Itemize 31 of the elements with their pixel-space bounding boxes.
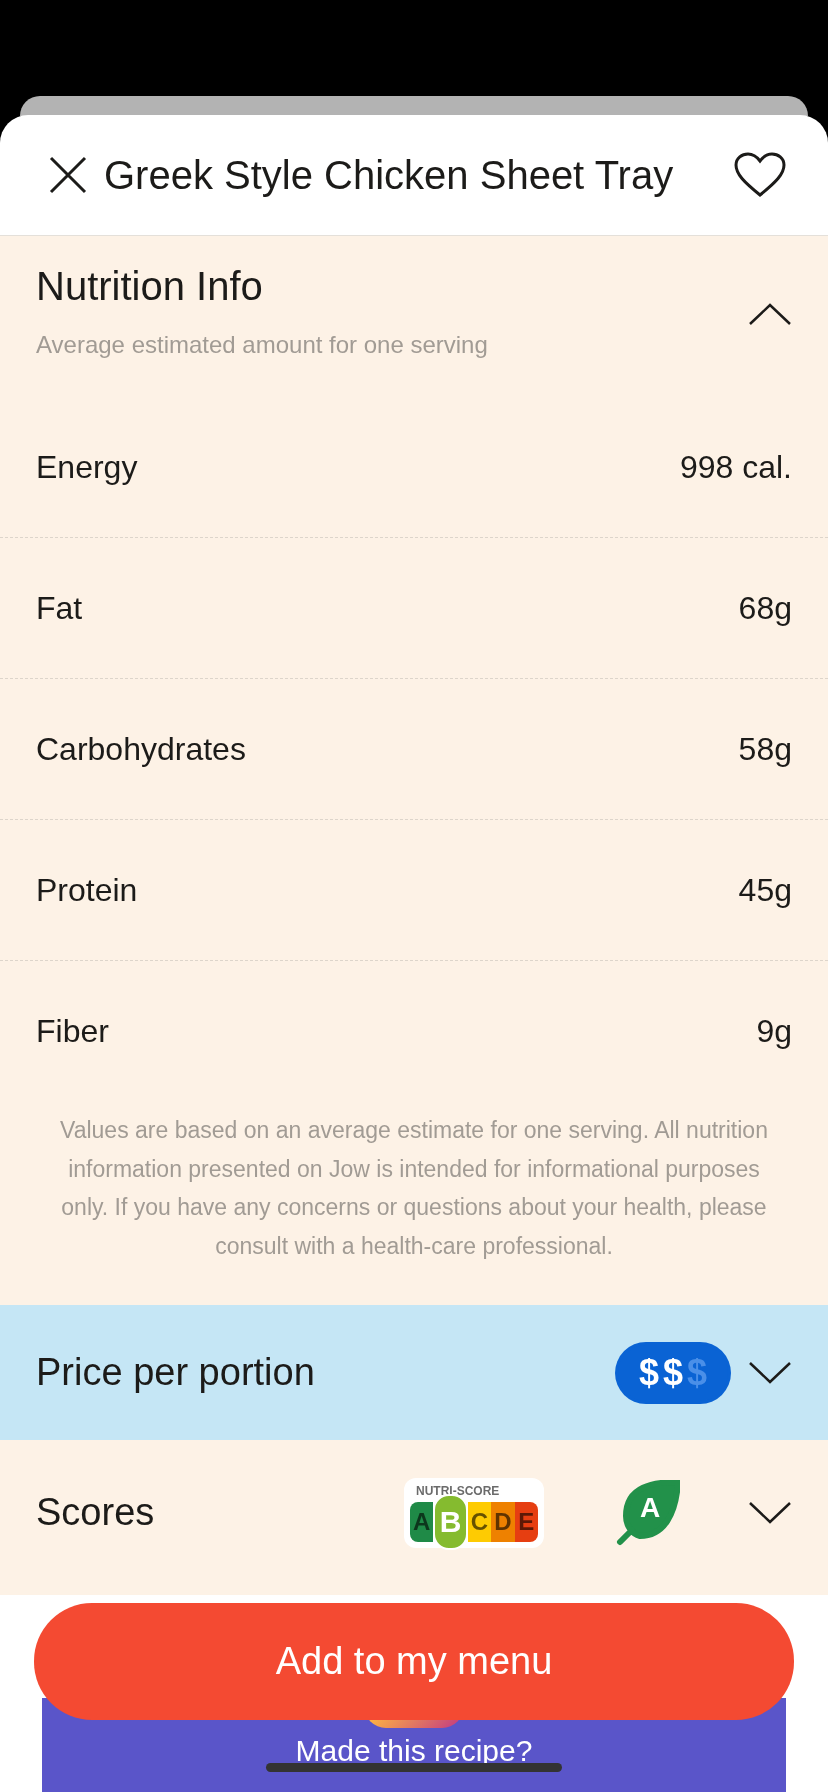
nutrient-value: 58g xyxy=(738,730,792,768)
nutrient-label: Energy xyxy=(36,448,138,486)
recipe-title: Greek Style Chicken Sheet Tray xyxy=(104,152,675,198)
chevron-down-icon[interactable] xyxy=(748,1500,792,1525)
nutri-score-grade: A xyxy=(410,1501,434,1542)
nutrient-label: Carbohydrates xyxy=(36,730,246,768)
add-to-menu-button[interactable]: Add to my menu xyxy=(34,1603,794,1720)
dollar-sign: $ xyxy=(638,1351,659,1394)
heart-icon[interactable] xyxy=(734,152,786,198)
eco-score-badge: A xyxy=(614,1479,680,1546)
share-prompt: Made this recipe? xyxy=(295,1734,533,1768)
disclaimer-text: Values are based on an average estimate for one serving. All nutrition information presented on Jow is intended for informational purposes only. If you have any concerns or questions about your health, please consult with a health-care professional. xyxy=(59,1116,769,1261)
nutrient-value: 68g xyxy=(738,589,792,627)
section-title: Scores xyxy=(36,1491,156,1534)
nutrient-value: 998 cal. xyxy=(679,448,792,486)
dollar-sign: $ xyxy=(663,1351,683,1394)
chevron-down-icon[interactable] xyxy=(748,1360,792,1385)
nutrient-value: 9g xyxy=(756,1012,792,1050)
nutri-score-grade: E xyxy=(514,1501,538,1542)
nutrient-label: Protein xyxy=(36,871,138,909)
nutrient-value: 45g xyxy=(738,871,792,909)
nutri-score-grade: C xyxy=(467,1501,492,1542)
nutri-score-grade: D xyxy=(491,1501,515,1542)
section-subtitle: Average estimated amount for one serving xyxy=(36,331,488,359)
dollar-sign: $ xyxy=(687,1351,708,1394)
nutrient-label: Fat xyxy=(36,589,83,627)
nutrient-label: Fiber xyxy=(36,1012,109,1050)
section-title: Nutrition Info xyxy=(36,264,264,309)
section-title: Price per portion xyxy=(36,1351,316,1394)
chevron-up-icon[interactable] xyxy=(748,302,792,326)
close-icon[interactable] xyxy=(48,155,88,195)
